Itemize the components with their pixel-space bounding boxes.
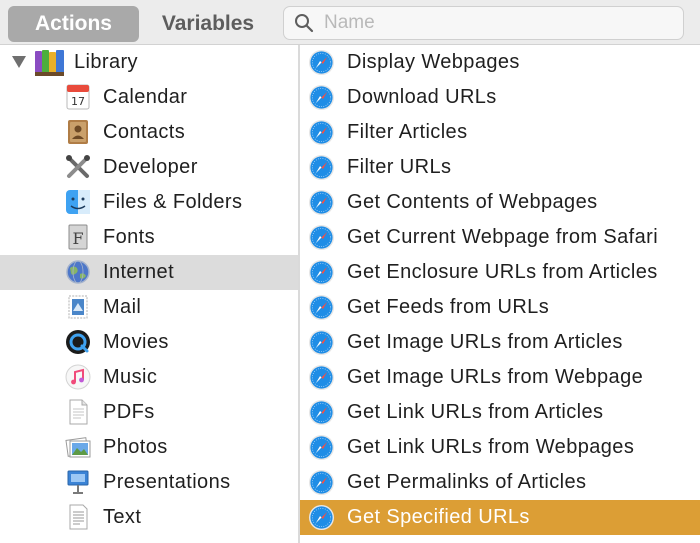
actions-list[interactable]: Display Webpages Download URLs Filter Arti… (300, 45, 700, 543)
library-item-text[interactable]: Text (0, 500, 298, 535)
pdf-document-icon (69, 399, 88, 425)
action-item-label: Get Current Webpage from Safari (347, 226, 659, 248)
library-item-label: Movies (103, 331, 169, 353)
library-root-label: Library (74, 51, 138, 73)
safari-compass-icon (308, 154, 335, 181)
library-item-label: Mail (103, 296, 142, 318)
safari-compass-icon (308, 294, 335, 321)
action-item[interactable]: Get Enclosure URLs from Articles (300, 255, 700, 290)
action-item[interactable]: Get Image URLs from Articles (300, 325, 700, 360)
safari-compass-icon (308, 84, 335, 111)
safari-compass-icon (308, 329, 335, 356)
svg-text:17: 17 (71, 95, 85, 108)
safari-compass-icon (308, 434, 335, 461)
library-item-label: Photos (103, 436, 168, 458)
action-item[interactable]: Get Link URLs from Webpages (300, 430, 700, 465)
action-item-label: Get Contents of Webpages (347, 191, 598, 213)
action-item[interactable]: Display Webpages (300, 45, 700, 80)
safari-compass-icon (308, 469, 335, 496)
disclosure-triangle-icon[interactable] (12, 56, 26, 68)
library-item-label: Developer (103, 156, 198, 178)
library-item-music[interactable]: Music (0, 360, 298, 395)
action-item[interactable]: Get Feeds from URLs (300, 290, 700, 325)
library-item-label: PDFs (103, 401, 155, 423)
safari-compass-icon (308, 259, 335, 286)
text-document-icon (69, 504, 88, 530)
action-item[interactable]: Get Contents of Webpages (300, 185, 700, 220)
calendar-icon: 17 (66, 84, 90, 110)
action-item[interactable]: Get Current Webpage from Safari (300, 220, 700, 255)
safari-compass-icon (308, 504, 335, 531)
library-root-row[interactable]: Library (0, 45, 298, 80)
action-item[interactable]: Download URLs (300, 80, 700, 115)
action-item[interactable]: Get Specified URLs (300, 500, 700, 535)
action-item-label: Download URLs (347, 86, 497, 108)
library-item-label: Contacts (103, 121, 186, 143)
music-note-icon (65, 364, 91, 390)
search-field[interactable] (283, 6, 684, 40)
library-item-presentations[interactable]: Presentations (0, 465, 298, 500)
action-item[interactable]: Get Image URLs from Webpage (300, 360, 700, 395)
library-item-mail[interactable]: Mail (0, 290, 298, 325)
library-item-pdfs[interactable]: PDFs (0, 395, 298, 430)
svg-text:F: F (72, 229, 83, 248)
library-item-label: Music (103, 366, 158, 388)
action-item-label: Get Link URLs from Articles (347, 401, 604, 423)
library-item-developer[interactable]: Developer (0, 150, 298, 185)
library-item-label: Text (103, 506, 142, 528)
action-item-label: Get Image URLs from Articles (347, 331, 623, 353)
developer-tools-icon (66, 155, 90, 178)
library-item-contacts[interactable]: Contacts (0, 115, 298, 150)
library-toolbar: Actions Variables (0, 0, 700, 45)
quicktime-icon (66, 330, 90, 354)
action-item[interactable]: Get Link URLs from Articles (300, 395, 700, 430)
action-item[interactable]: Get Permalinks of Articles (300, 465, 700, 500)
action-item-label: Get Enclosure URLs from Articles (347, 261, 658, 283)
library-item-partial (0, 535, 298, 543)
automator-library-window: Actions Variables Library (0, 0, 700, 543)
actions-tab[interactable]: Actions (8, 6, 139, 42)
keynote-icon (67, 470, 89, 494)
safari-compass-icon (308, 189, 335, 216)
library-books-icon (35, 50, 64, 76)
library-item-movies[interactable]: Movies (0, 325, 298, 360)
variables-tab[interactable]: Variables (143, 6, 273, 42)
mail-stamp-icon (68, 295, 88, 319)
utilities-icon (71, 542, 85, 543)
action-item-label: Get Feeds from URLs (347, 296, 550, 318)
search-icon (295, 14, 314, 33)
library-item-label: Files & Folders (103, 191, 243, 213)
library-item-label: Presentations (103, 471, 231, 493)
action-item-label: Get Permalinks of Articles (347, 471, 587, 493)
library-item-calendar[interactable]: 17 Calendar (0, 80, 298, 115)
action-item-label: Filter Articles (347, 121, 468, 143)
globe-icon (66, 260, 90, 284)
library-item-fonts[interactable]: F Fonts (0, 220, 298, 255)
font-book-icon: F (68, 224, 88, 250)
library-item-label: Fonts (103, 226, 156, 248)
contacts-icon (68, 120, 88, 144)
safari-compass-icon (308, 364, 335, 391)
photos-icon (65, 437, 91, 458)
action-item-label: Get Image URLs from Webpage (347, 366, 644, 388)
safari-compass-icon (308, 399, 335, 426)
library-item-label: Internet (103, 261, 175, 283)
library-item-internet[interactable]: Internet (0, 255, 298, 290)
library-item-photos[interactable]: Photos (0, 430, 298, 465)
safari-compass-icon (308, 224, 335, 251)
action-item-label: Get Link URLs from Webpages (347, 436, 635, 458)
action-item-label: Get Specified URLs (347, 506, 530, 528)
library-list[interactable]: Library 17 Calendar Contacts Developer F… (0, 45, 298, 543)
safari-compass-icon (308, 119, 335, 146)
action-item[interactable]: Filter Articles (300, 115, 700, 150)
search-input[interactable] (324, 12, 664, 34)
action-item-label: Filter URLs (347, 156, 452, 178)
library-item-label: Calendar (103, 86, 188, 108)
library-item-files-folders[interactable]: Files & Folders (0, 185, 298, 220)
finder-icon (66, 190, 90, 214)
action-item-label: Display Webpages (347, 51, 520, 73)
action-item[interactable]: Filter URLs (300, 150, 700, 185)
safari-compass-icon (308, 49, 335, 76)
